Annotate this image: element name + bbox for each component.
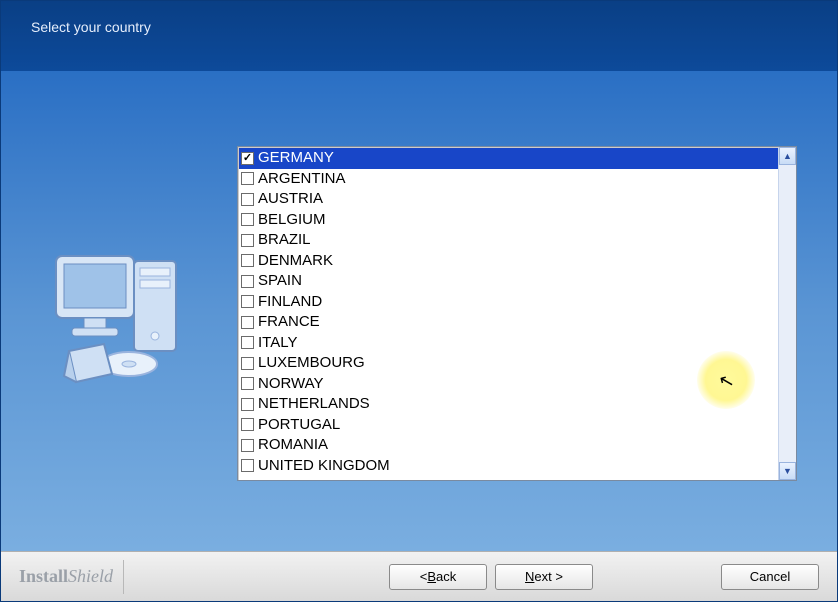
list-item[interactable]: LUXEMBOURG bbox=[239, 353, 778, 374]
back-prefix: < bbox=[420, 569, 428, 584]
scrollbar[interactable]: ▲ ▼ bbox=[778, 147, 796, 480]
country-label: FRANCE bbox=[258, 312, 320, 332]
checkbox[interactable] bbox=[241, 152, 254, 165]
checkbox[interactable] bbox=[241, 295, 254, 308]
brand-label: InstallShield bbox=[19, 566, 113, 587]
list-item[interactable]: UNITED KINGDOM bbox=[239, 456, 778, 477]
body: GERMANYARGENTINAAUSTRIABELGIUMBRAZILDENM… bbox=[1, 71, 837, 551]
list-item[interactable]: FRANCE bbox=[239, 312, 778, 333]
next-rest: ext > bbox=[534, 569, 563, 584]
back-mnemonic: B bbox=[427, 569, 436, 584]
country-label: AUSTRIA bbox=[258, 189, 323, 209]
checkbox[interactable] bbox=[241, 193, 254, 206]
list-item[interactable]: DENMARK bbox=[239, 251, 778, 272]
cancel-button[interactable]: Cancel bbox=[721, 564, 819, 590]
list-item[interactable]: AUSTRIA bbox=[239, 189, 778, 210]
checkbox[interactable] bbox=[241, 275, 254, 288]
country-label: ITALY bbox=[258, 333, 297, 353]
scroll-up-button[interactable]: ▲ bbox=[779, 147, 796, 165]
listbox-content: GERMANYARGENTINAAUSTRIABELGIUMBRAZILDENM… bbox=[238, 147, 778, 480]
next-button[interactable]: Next > bbox=[495, 564, 593, 590]
back-button[interactable]: < Back bbox=[389, 564, 487, 590]
left-pane bbox=[1, 71, 237, 551]
checkbox[interactable] bbox=[241, 336, 254, 349]
nav-button-group: < Back Next > bbox=[381, 564, 593, 590]
chevron-down-icon: ▼ bbox=[783, 466, 792, 476]
country-label: NETHERLANDS bbox=[258, 394, 370, 414]
chevron-up-icon: ▲ bbox=[783, 151, 792, 161]
country-label: PORTUGAL bbox=[258, 415, 340, 435]
list-item[interactable]: FINLAND bbox=[239, 292, 778, 313]
checkbox[interactable] bbox=[241, 418, 254, 431]
list-item[interactable]: GERMANY bbox=[239, 148, 778, 169]
country-label: LUXEMBOURG bbox=[258, 353, 365, 373]
checkbox[interactable] bbox=[241, 316, 254, 329]
checkbox[interactable] bbox=[241, 377, 254, 390]
country-label: ARGENTINA bbox=[258, 169, 346, 189]
country-label: UNITED KINGDOM bbox=[258, 456, 390, 476]
list-item[interactable]: ITALY bbox=[239, 333, 778, 354]
checkbox[interactable] bbox=[241, 357, 254, 370]
installer-window: Select your country bbox=[0, 0, 838, 602]
list-item[interactable]: NORWAY bbox=[239, 374, 778, 395]
footer: InstallShield < Back Next > Cancel bbox=[1, 551, 837, 601]
checkbox[interactable] bbox=[241, 439, 254, 452]
header: Select your country bbox=[1, 1, 837, 71]
country-label: NORWAY bbox=[258, 374, 324, 394]
country-label: ROMANIA bbox=[258, 435, 328, 455]
checkbox[interactable] bbox=[241, 234, 254, 247]
country-label: FINLAND bbox=[258, 292, 322, 312]
computer-icon bbox=[34, 226, 204, 396]
checkbox[interactable] bbox=[241, 398, 254, 411]
list-item[interactable]: SPAIN bbox=[239, 271, 778, 292]
right-pane: GERMANYARGENTINAAUSTRIABELGIUMBRAZILDENM… bbox=[237, 71, 837, 551]
list-item[interactable]: BELGIUM bbox=[239, 210, 778, 231]
list-item[interactable]: ROMANIA bbox=[239, 435, 778, 456]
back-rest: ack bbox=[436, 569, 456, 584]
list-item[interactable]: ARGENTINA bbox=[239, 169, 778, 190]
country-label: BRAZIL bbox=[258, 230, 311, 250]
list-item[interactable]: NETHERLANDS bbox=[239, 394, 778, 415]
brand-bold: Install bbox=[19, 566, 68, 586]
country-label: GERMANY bbox=[258, 148, 334, 168]
next-mnemonic: N bbox=[525, 569, 534, 584]
checkbox[interactable] bbox=[241, 213, 254, 226]
checkbox[interactable] bbox=[241, 254, 254, 267]
brand-light: Shield bbox=[68, 566, 113, 586]
country-listbox[interactable]: GERMANYARGENTINAAUSTRIABELGIUMBRAZILDENM… bbox=[237, 146, 797, 481]
footer-divider bbox=[123, 560, 124, 594]
scroll-down-button[interactable]: ▼ bbox=[779, 462, 796, 480]
checkbox[interactable] bbox=[241, 459, 254, 472]
checkbox[interactable] bbox=[241, 172, 254, 185]
country-label: SPAIN bbox=[258, 271, 302, 291]
list-item[interactable]: BRAZIL bbox=[239, 230, 778, 251]
country-label: DENMARK bbox=[258, 251, 333, 271]
list-item[interactable]: PORTUGAL bbox=[239, 415, 778, 436]
page-title: Select your country bbox=[31, 19, 151, 35]
country-label: BELGIUM bbox=[258, 210, 326, 230]
scroll-track[interactable] bbox=[779, 165, 796, 462]
